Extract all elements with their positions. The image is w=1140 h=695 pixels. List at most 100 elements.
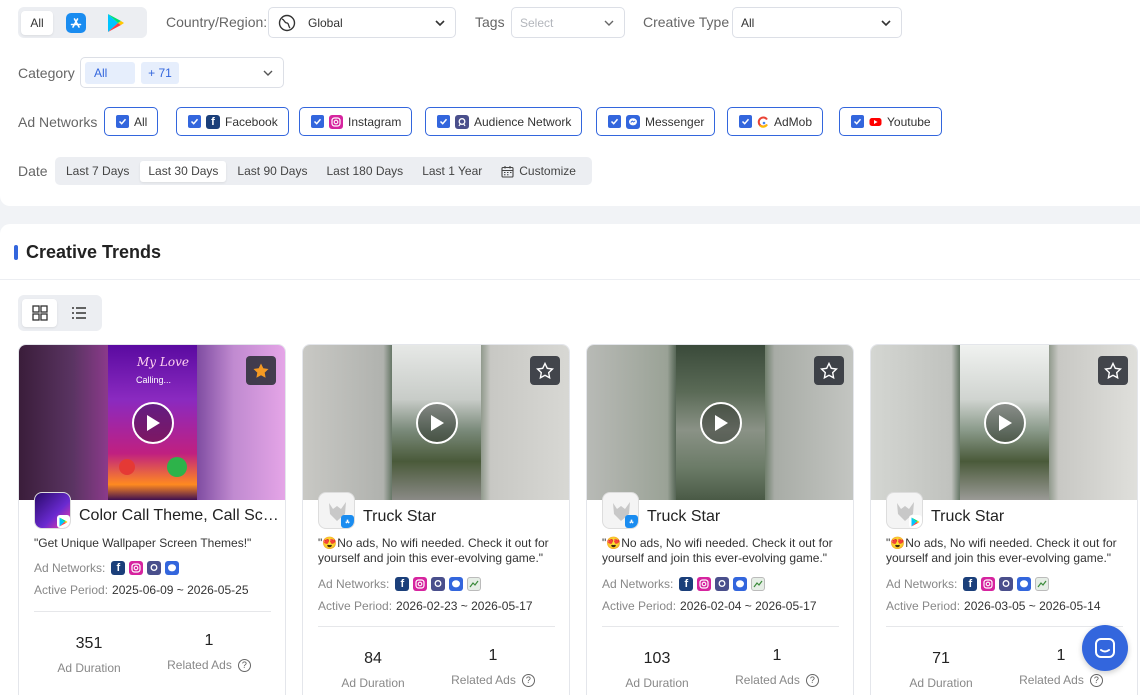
related-ads-label: Related Ads [451,673,516,687]
ad-networks-label: Ad Networks: [318,577,390,591]
audience-network-icon [715,577,730,591]
checkbox-checked-icon[interactable] [116,115,129,128]
favorite-button[interactable] [246,356,276,385]
category-tag-more[interactable]: + 71 [141,61,179,84]
related-ads-label: Related Ads [167,658,232,672]
instagram-icon [413,577,428,591]
date-option-90-days[interactable]: Last 90 Days [229,161,315,182]
ad-network-chip-youtube[interactable]: Youtube [839,107,942,136]
category-tag-all[interactable]: All [85,61,135,84]
ad-duration-label: Ad Duration [625,676,689,690]
active-period-label: Active Period: [34,583,109,597]
video-thumbnail[interactable] [303,345,569,500]
checkbox-checked-icon[interactable] [739,115,752,128]
ad-network-chip-instagram[interactable]: Instagram [299,107,413,136]
date-option-customize[interactable]: Customize [493,161,584,182]
ad-duration-value: 103 [643,650,671,667]
facebook-icon: f [679,577,694,591]
creative-card[interactable]: Truck Star "😍No ads, No wifi needed. Che… [586,344,854,695]
favorite-button[interactable] [814,356,844,385]
date-option-1-year[interactable]: Last 1 Year [414,161,490,182]
calendar-icon [501,165,514,178]
video-thumbnail[interactable] [871,345,1137,500]
app-icon[interactable] [318,492,355,529]
play-button[interactable] [416,402,458,444]
category-select[interactable]: All + 71 [80,57,284,88]
app-title[interactable]: Truck Star [647,508,847,526]
ad-network-chip-messenger[interactable]: Messenger [596,107,716,136]
tags-select[interactable]: Select [511,7,625,38]
ad-networks-row: Ad Networks: f [318,577,482,591]
country-select[interactable]: Global [268,7,456,38]
ad-network-chip-facebook[interactable]: f Facebook [176,107,289,136]
creative-card[interactable]: My Love Calling... Color Call Theme, Cal… [18,344,286,695]
app-title[interactable]: Truck Star [363,508,563,526]
app-icon[interactable] [602,492,639,529]
help-icon[interactable]: ? [805,673,819,687]
list-view-button[interactable] [61,299,96,327]
tags-placeholder: Select [520,15,554,30]
ad-duration-label: Ad Duration [57,661,121,675]
ad-network-chip-admob[interactable]: AdMob [727,107,824,136]
country-label: Country/Region: [166,14,268,30]
checkbox-checked-icon[interactable] [188,115,201,128]
app-store-icon [341,515,354,528]
date-label: Date [18,163,48,179]
star-outline-icon [820,361,838,379]
facebook-icon: f [395,577,410,591]
favorite-button[interactable] [530,356,560,385]
grid-view-button[interactable] [22,299,57,327]
creative-type-label: Creative Type [643,14,730,30]
related-ads-value[interactable]: 1 [717,647,837,665]
play-button[interactable] [984,402,1026,444]
help-icon[interactable]: ? [237,658,251,672]
app-icon[interactable] [886,492,923,529]
creative-card[interactable]: Truck Star "😍No ads, No wifi needed. Che… [302,344,570,695]
related-ads-stat: 1 Related Ads? [433,647,553,687]
related-ads-caption: Related Ads? [433,673,553,687]
checkbox-checked-icon[interactable] [608,115,621,128]
audience-network-icon [455,114,469,129]
globe-icon [278,14,296,32]
related-ads-value[interactable]: 1 [149,632,269,650]
ad-network-chip-audience-network[interactable]: Audience Network [425,107,583,136]
app-title[interactable]: Color Call Theme, Call Scr... [79,507,279,525]
date-option-7-days[interactable]: Last 7 Days [58,161,137,182]
help-icon[interactable]: ? [521,673,535,687]
favorite-button[interactable] [1098,356,1128,385]
chat-support-button[interactable] [1082,625,1128,671]
ad-description: "Get Unique Wallpaper Screen Themes!" [34,536,252,550]
app-title[interactable]: Truck Star [931,508,1131,526]
app-icon[interactable] [34,492,71,529]
help-icon[interactable]: ? [1089,673,1103,687]
video-thumbnail[interactable]: My Love Calling... [19,345,285,500]
facebook-icon: f [963,577,978,591]
checkbox-checked-icon[interactable] [851,115,864,128]
video-thumbnail[interactable] [587,345,853,500]
play-button[interactable] [132,402,174,444]
ad-duration-value: 351 [75,635,103,652]
date-option-30-days[interactable]: Last 30 Days [140,160,227,182]
date-option-180-days[interactable]: Last 180 Days [318,161,411,182]
creative-type-select[interactable]: All [732,7,902,38]
active-period-row: Active Period: 2026-03-05 ~ 2026-05-14 [886,599,1101,613]
active-period-value: 2026-02-04 ~ 2026-05-17 [680,599,817,613]
app-store-icon[interactable] [59,11,93,35]
related-ads-value[interactable]: 1 [433,647,553,665]
grid-icon [31,305,48,321]
admob-icon [757,116,769,128]
google-play-icon[interactable] [99,11,133,35]
chevron-down-icon [434,17,446,32]
chat-icon [1095,638,1115,658]
ad-network-label: AdMob [774,114,813,129]
active-period-label: Active Period: [886,599,961,613]
checkbox-checked-icon[interactable] [311,115,324,128]
ad-network-chip-all[interactable]: All [104,107,159,136]
checkbox-checked-icon[interactable] [437,115,450,128]
active-period-row: Active Period: 2026-02-23 ~ 2026-05-17 [318,599,533,613]
play-button[interactable] [700,402,742,444]
ad-duration-stat: 103 Ad Duration [597,650,717,690]
ad-networks-row: Ad Networks: f [886,577,1050,591]
store-all-button[interactable]: All [21,10,53,35]
instagram-icon [697,577,712,591]
